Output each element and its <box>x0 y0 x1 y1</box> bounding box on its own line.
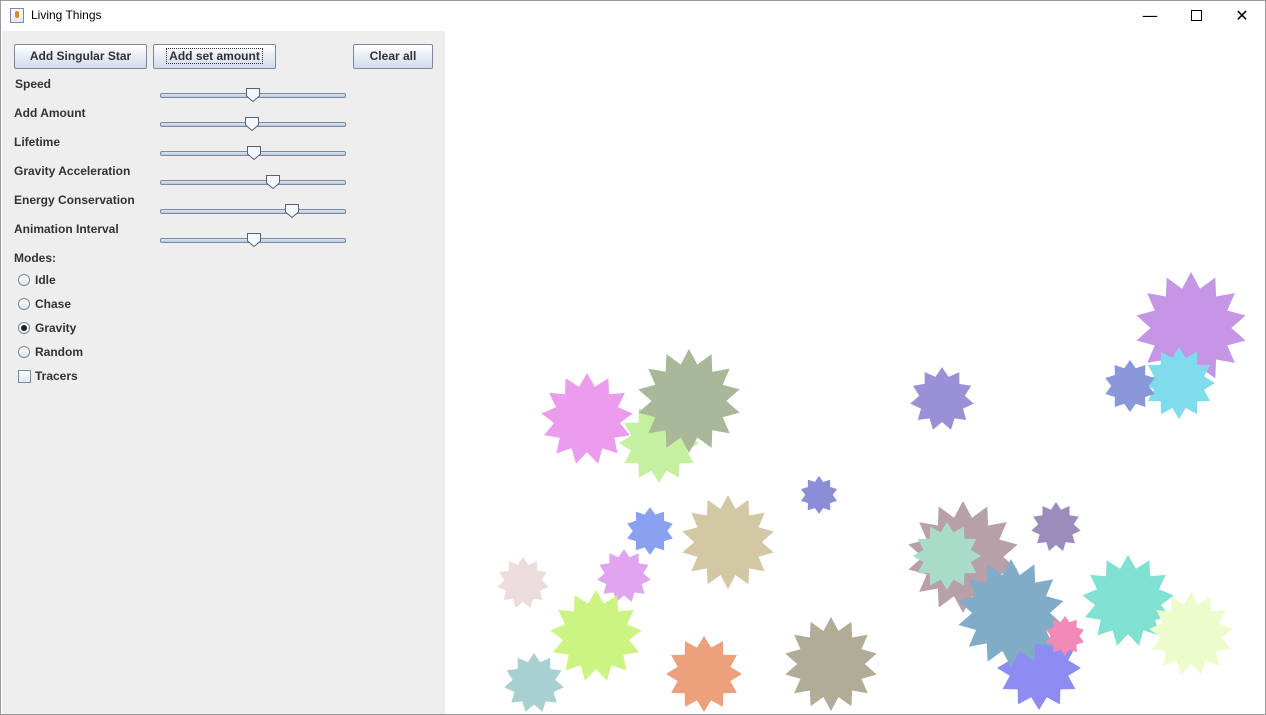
speed-label: Speed <box>15 77 52 91</box>
simulation-canvas[interactable] <box>445 31 1265 714</box>
window-title: Living Things <box>31 8 102 22</box>
star <box>910 367 974 430</box>
clear-all-label: Clear all <box>369 49 417 63</box>
mode-idle-label[interactable]: Idle <box>35 273 56 287</box>
star <box>504 653 564 712</box>
title-bar[interactable]: Living Things — ✕ <box>1 1 1265 31</box>
tracers-label[interactable]: Tracers <box>35 369 78 383</box>
add-amount-label: Add Amount <box>14 106 86 120</box>
app-window: Living Things — ✕ Add Singular Star Add … <box>0 0 1266 715</box>
energy-conservation-label: Energy Conservation <box>14 193 135 207</box>
mode-chase-label[interactable]: Chase <box>35 297 71 311</box>
control-panel: Add Singular Star Add set amount Clear a… <box>2 31 445 714</box>
animation-interval-slider[interactable] <box>160 232 346 252</box>
java-cup-icon <box>10 8 24 23</box>
energy-conservation-slider[interactable] <box>160 203 346 223</box>
star <box>497 557 549 608</box>
star <box>597 549 651 602</box>
minimize-button[interactable]: — <box>1127 1 1173 31</box>
lifetime-label: Lifetime <box>14 135 61 149</box>
mode-random-radio[interactable] <box>18 346 30 358</box>
star <box>1031 502 1081 551</box>
mode-idle-radio[interactable] <box>18 274 30 286</box>
clear-all-button[interactable]: Clear all <box>353 44 433 69</box>
tracers-checkbox[interactable] <box>18 370 31 383</box>
gravity-acceleration-label: Gravity Acceleration <box>14 164 131 178</box>
star <box>541 373 633 464</box>
star <box>785 617 877 711</box>
star <box>550 590 642 681</box>
animation-interval-label: Animation Interval <box>14 222 119 236</box>
minimize-icon: — <box>1142 6 1158 25</box>
slider-thumb[interactable] <box>246 145 262 161</box>
maximize-button[interactable] <box>1173 1 1219 31</box>
lifetime-slider[interactable] <box>160 145 346 165</box>
slider-thumb[interactable] <box>245 87 261 103</box>
add-set-amount-button[interactable]: Add set amount <box>153 44 276 69</box>
star <box>682 495 774 589</box>
star <box>1105 360 1155 412</box>
speed-slider[interactable] <box>160 87 346 107</box>
add-singular-star-button[interactable]: Add Singular Star <box>14 44 147 69</box>
slider-track <box>160 209 346 214</box>
slider-thumb[interactable] <box>265 174 281 190</box>
mode-chase-radio[interactable] <box>18 298 30 310</box>
slider-track <box>160 180 346 185</box>
star <box>666 636 742 712</box>
add-singular-star-label: Add Singular Star <box>29 49 132 63</box>
maximize-icon <box>1190 10 1202 21</box>
star <box>1149 592 1233 675</box>
gravity-acceleration-slider[interactable] <box>160 174 346 194</box>
mode-gravity-radio[interactable] <box>18 322 30 334</box>
modes-label: Modes: <box>14 251 56 265</box>
star <box>627 507 673 555</box>
star <box>800 476 838 514</box>
slider-thumb[interactable] <box>244 116 260 132</box>
mode-gravity-label[interactable]: Gravity <box>35 321 76 335</box>
mode-random-label[interactable]: Random <box>35 345 83 359</box>
slider-thumb[interactable] <box>246 232 262 248</box>
slider-thumb[interactable] <box>284 203 300 219</box>
close-button[interactable]: ✕ <box>1219 1 1265 31</box>
add-amount-slider[interactable] <box>160 116 346 136</box>
close-icon: ✕ <box>1235 6 1249 25</box>
add-set-amount-label: Add set amount <box>166 48 263 64</box>
